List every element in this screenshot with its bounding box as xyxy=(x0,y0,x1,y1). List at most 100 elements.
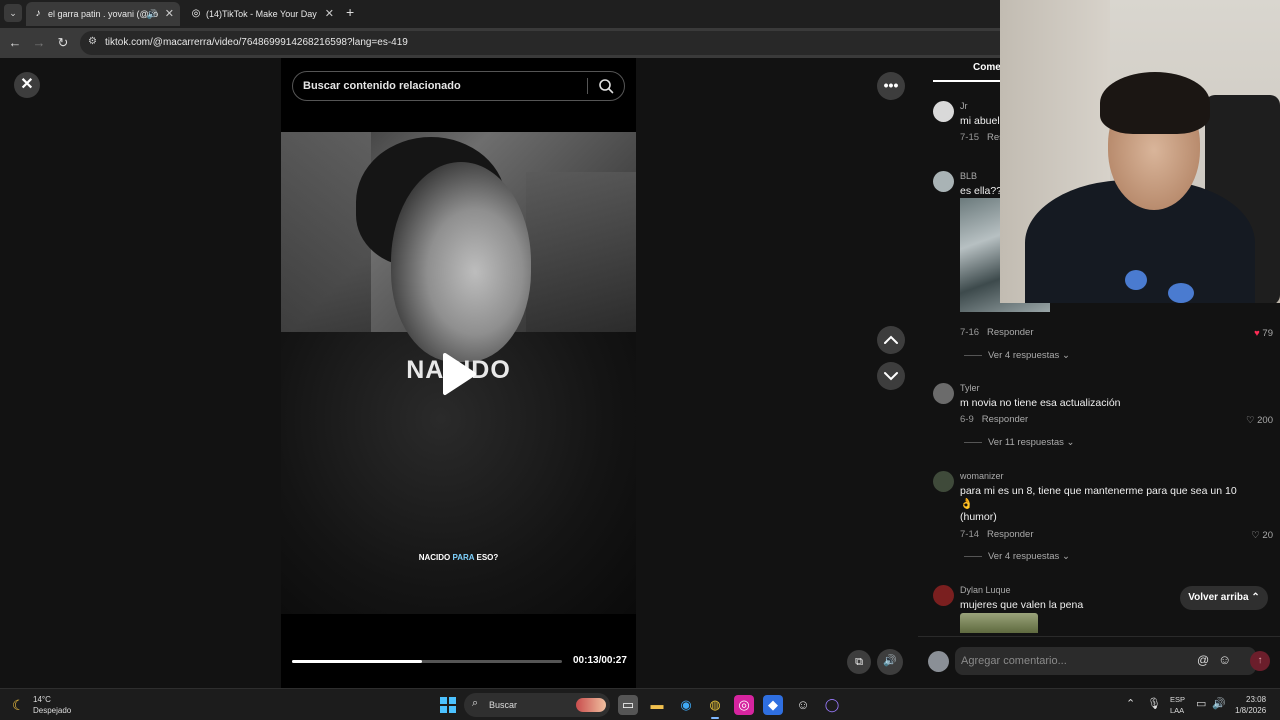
comment-user[interactable]: Jr xyxy=(960,101,968,111)
webcam-overlay xyxy=(1000,0,1280,303)
view-replies-button[interactable]: Ver 4 respuestas ⌄ xyxy=(964,551,1070,562)
assistant-icon[interactable]: ◯ xyxy=(822,695,842,715)
caption-part: ESO? xyxy=(474,553,499,562)
volume-icon[interactable]: 🔊 xyxy=(877,649,903,675)
like-button[interactable]: ♥ 79 xyxy=(1254,328,1273,339)
new-tab-icon[interactable]: + xyxy=(346,4,354,20)
replies-label: Ver 4 respuestas xyxy=(988,551,1060,562)
comment-date: 7-16 xyxy=(960,327,980,338)
like-count: 79 xyxy=(1262,328,1273,339)
windows-start-icon[interactable] xyxy=(440,697,456,713)
comment-user[interactable]: Dylan Luque xyxy=(960,585,1011,595)
like-count: 20 xyxy=(1262,530,1273,541)
reply-button[interactable]: Responder xyxy=(982,414,1028,425)
heart-icon: ♡ xyxy=(1245,415,1255,426)
language-code[interactable]: ESP xyxy=(1170,695,1185,704)
avatar[interactable] xyxy=(933,171,954,192)
url-text: tiktok.com/@macarrerra/video/76486999142… xyxy=(105,37,408,48)
back-to-top-button[interactable]: Volver arriba ⌃ xyxy=(1180,586,1268,610)
next-video-button[interactable] xyxy=(877,362,905,390)
keyboard-layout[interactable]: LAA xyxy=(1170,706,1184,715)
reply-button[interactable]: Responder xyxy=(987,529,1033,540)
windows-taskbar: ☾ 14°C Despejado ⌕ Buscar ▭ ▬ ◉ ◍ ◎ ◆ ☺ … xyxy=(0,688,1280,720)
tab-title: el garra patin . yovani (@yo xyxy=(48,9,159,19)
back-icon[interactable]: ← xyxy=(6,34,24,52)
comment-image[interactable] xyxy=(960,613,1038,633)
discord-icon[interactable]: ☺ xyxy=(793,695,813,715)
task-view-icon[interactable]: ▭ xyxy=(618,695,638,715)
more-options-icon[interactable]: ••• xyxy=(877,72,905,100)
chevron-up-icon[interactable]: ⌃ xyxy=(1126,697,1135,710)
tiktok-icon: ◎ xyxy=(191,8,201,19)
like-button[interactable]: ♡ 200 xyxy=(1246,415,1273,426)
weather-desc[interactable]: Despejado xyxy=(33,706,71,715)
comment-date: 7-14 xyxy=(960,529,980,540)
forward-icon[interactable]: → xyxy=(30,34,48,52)
caption-part: NACIDO xyxy=(418,553,453,562)
video-background xyxy=(281,132,371,332)
avatar[interactable] xyxy=(933,383,954,404)
chrome-icon[interactable]: ◍ xyxy=(705,695,725,719)
send-button[interactable]: ↑ xyxy=(1250,651,1270,671)
previous-video-button[interactable] xyxy=(877,326,905,354)
video-time: 00:13/00:27 xyxy=(573,655,627,666)
video-progress-bar[interactable] xyxy=(292,660,562,663)
address-bar[interactable]: ⚙ tiktok.com/@macarrerra/video/764869991… xyxy=(80,31,1020,55)
close-tab-icon[interactable]: ✕ xyxy=(325,2,334,26)
reply-button[interactable]: Responder xyxy=(987,327,1033,338)
video-frame[interactable]: NACIDO NACIDO PARA ESO? xyxy=(281,132,636,614)
play-icon[interactable] xyxy=(441,352,477,396)
caption-highlight: PARA xyxy=(452,553,475,562)
comment-text: m novia no tiene esa actualización xyxy=(960,397,1121,409)
microphone-icon[interactable]: 🎙 xyxy=(1147,697,1161,710)
close-icon[interactable]: ✕ xyxy=(14,72,40,98)
related-search-input[interactable]: Buscar contenido relacionado xyxy=(292,71,625,101)
clock-date[interactable]: 1/8/2026 xyxy=(1235,706,1266,715)
like-button[interactable]: ♡ 20 xyxy=(1251,530,1273,541)
instagram-icon[interactable]: ◎ xyxy=(734,695,754,715)
comment-user[interactable]: womanizer xyxy=(960,471,1004,481)
view-replies-button[interactable]: Ver 4 respuestas ⌄ xyxy=(964,350,1070,361)
app-icon[interactable]: ◆ xyxy=(763,695,783,715)
search-icon[interactable] xyxy=(598,78,614,94)
video-player[interactable]: Buscar contenido relacionado NACIDO NACI… xyxy=(281,58,636,688)
network-icon[interactable]: ▭ xyxy=(1196,697,1206,710)
comment-input[interactable]: Agregar comentario... xyxy=(955,647,1256,675)
reload-icon[interactable]: ↻ xyxy=(54,34,72,52)
comment-user[interactable]: Tyler xyxy=(960,383,980,393)
comment-user[interactable]: BLB xyxy=(960,171,977,181)
speaker-icon[interactable]: 🔊 xyxy=(1212,697,1226,710)
video-caption: NACIDO PARA ESO? xyxy=(281,553,636,562)
taskbar-search-label: Buscar xyxy=(489,700,518,710)
tab-active[interactable]: ♪ el garra patin . yovani (@yo 🔊 ✕ xyxy=(26,2,180,26)
chevrons-up-icon: ⌃ xyxy=(1251,592,1260,603)
comment-line: (humor) xyxy=(960,511,997,523)
speaker-icon[interactable]: 🔊 xyxy=(147,2,158,26)
heart-icon: ♡ xyxy=(1251,530,1260,541)
tab-inactive[interactable]: ◎ (14)TikTok - Make Your Day ✕ xyxy=(184,2,340,26)
file-explorer-icon[interactable]: ▬ xyxy=(647,695,667,715)
avatar[interactable] xyxy=(933,585,954,606)
avatar[interactable] xyxy=(933,471,954,492)
tab-search-menu-icon[interactable]: ⌄ xyxy=(4,4,22,22)
view-replies-button[interactable]: Ver 11 respuestas ⌄ xyxy=(964,437,1074,448)
weather-temp[interactable]: 14°C xyxy=(33,695,51,704)
chevron-up-icon xyxy=(884,335,898,344)
edge-icon[interactable]: ◉ xyxy=(676,695,696,715)
mention-icon[interactable]: @ xyxy=(1197,653,1209,667)
floating-player-icon[interactable]: ⧉ xyxy=(847,650,871,674)
tab-label: Come xyxy=(973,62,1001,73)
clock-time[interactable]: 23:08 xyxy=(1246,695,1266,704)
chevron-down-icon xyxy=(884,372,898,381)
comment-line: para mi es un 8, tiene que mantenerme pa… xyxy=(960,485,1237,497)
start-tile xyxy=(449,697,456,704)
emoji-icon[interactable]: ☺ xyxy=(1218,652,1231,667)
close-tab-icon[interactable]: ✕ xyxy=(165,2,174,26)
avatar[interactable] xyxy=(933,101,954,122)
shirt-logo xyxy=(1125,270,1147,290)
moon-icon[interactable]: ☾ xyxy=(12,697,25,714)
search-icon: ⌕ xyxy=(472,697,479,709)
taskbar-search[interactable]: ⌕ Buscar xyxy=(464,693,610,717)
comment-text: para mi es un 8, tiene que mantenerme pa… xyxy=(960,485,1260,524)
site-info-icon[interactable]: ⚙ xyxy=(88,36,97,47)
